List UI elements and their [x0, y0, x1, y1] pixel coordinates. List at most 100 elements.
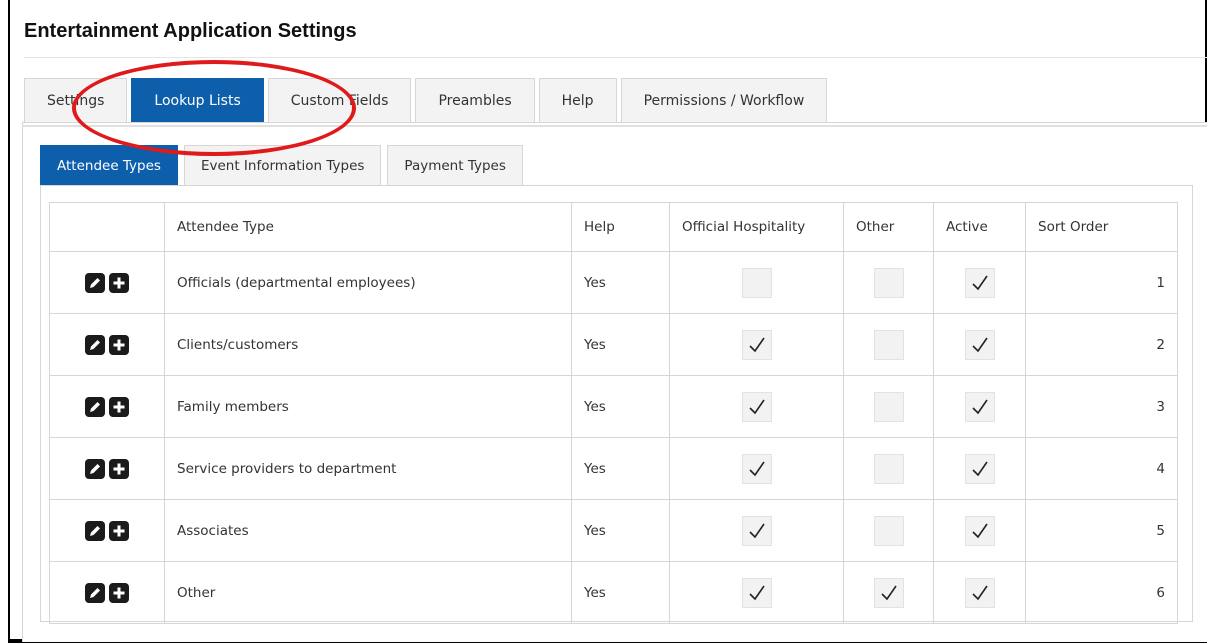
row-actions: [49, 437, 165, 500]
column-header-sort-order[interactable]: Sort Order: [1025, 202, 1178, 252]
active-checkbox[interactable]: [964, 453, 995, 484]
other-checkbox[interactable]: [873, 391, 904, 422]
tab-help[interactable]: Help: [538, 78, 617, 122]
tab-permissions-workflow[interactable]: Permissions / Workflow: [620, 78, 828, 122]
column-header-help[interactable]: Help: [571, 202, 670, 252]
pencil-icon[interactable]: [85, 520, 105, 541]
table-row: Officials (departmental employees) Yes 1: [49, 251, 1178, 314]
other-checkbox[interactable]: [873, 453, 904, 484]
official-hospitality-checkbox[interactable]: [741, 453, 772, 484]
table-row: Associates Yes 5: [49, 499, 1178, 562]
cell-official-hospitality: [669, 499, 844, 562]
plus-icon[interactable]: [109, 458, 129, 479]
pencil-icon[interactable]: [85, 396, 105, 417]
table-header-row: Attendee Type Help Official Hospitality …: [49, 202, 1178, 252]
cell-active: [933, 499, 1026, 562]
cell-attendee-type: Officials (departmental employees): [164, 251, 572, 314]
cell-active: [933, 437, 1026, 500]
official-hospitality-checkbox[interactable]: [741, 577, 772, 608]
cell-help: Yes: [571, 251, 670, 314]
cell-sort-order: 3: [1025, 375, 1178, 438]
cell-official-hospitality: [669, 313, 844, 376]
active-checkbox[interactable]: [964, 577, 995, 608]
pencil-icon[interactable]: [85, 582, 105, 603]
table-row: Clients/customers Yes 2: [49, 313, 1178, 376]
official-hospitality-checkbox[interactable]: [741, 267, 772, 298]
cell-attendee-type: Other: [164, 561, 572, 624]
tab-preambles[interactable]: Preambles: [415, 78, 535, 122]
cell-active: [933, 313, 1026, 376]
pencil-icon[interactable]: [85, 334, 105, 355]
table-row: Family members Yes 3: [49, 375, 1178, 438]
column-header-other[interactable]: Other: [843, 202, 934, 252]
column-header-official-hospitality[interactable]: Official Hospitality: [669, 202, 844, 252]
cell-official-hospitality: [669, 251, 844, 314]
cell-sort-order: 2: [1025, 313, 1178, 376]
cell-active: [933, 561, 1026, 624]
cell-attendee-type: Clients/customers: [164, 313, 572, 376]
active-checkbox[interactable]: [964, 515, 995, 546]
plus-icon[interactable]: [109, 396, 129, 417]
active-checkbox[interactable]: [964, 329, 995, 360]
cell-other: [843, 499, 934, 562]
cell-official-hospitality: [669, 561, 844, 624]
official-hospitality-checkbox[interactable]: [741, 391, 772, 422]
cell-sort-order: 5: [1025, 499, 1178, 562]
cell-help: Yes: [571, 313, 670, 376]
other-checkbox[interactable]: [873, 267, 904, 298]
tab-settings[interactable]: Settings: [24, 78, 128, 122]
row-actions: [49, 499, 165, 562]
title-divider: [24, 57, 1207, 58]
cell-attendee-type: Family members: [164, 375, 572, 438]
active-checkbox[interactable]: [964, 391, 995, 422]
lookup-subtabs: Attendee Types Event Information Types P…: [40, 145, 529, 185]
cell-attendee-type: Service providers to department: [164, 437, 572, 500]
column-header-active[interactable]: Active: [933, 202, 1026, 252]
cell-other: [843, 561, 934, 624]
cell-sort-order: 1: [1025, 251, 1178, 314]
subtab-event-information-types[interactable]: Event Information Types: [183, 145, 382, 185]
cell-other: [843, 251, 934, 314]
other-checkbox[interactable]: [873, 515, 904, 546]
page-title: Entertainment Application Settings: [24, 20, 357, 42]
column-header-actions: [49, 202, 165, 252]
subtab-attendee-types[interactable]: Attendee Types: [40, 145, 178, 185]
pencil-icon[interactable]: [85, 272, 105, 293]
tab-lookup-lists[interactable]: Lookup Lists: [131, 78, 264, 122]
cell-other: [843, 375, 934, 438]
row-actions: [49, 375, 165, 438]
cell-other: [843, 313, 934, 376]
column-header-attendee-type[interactable]: Attendee Type: [164, 202, 572, 252]
official-hospitality-checkbox[interactable]: [741, 515, 772, 546]
plus-icon[interactable]: [109, 520, 129, 541]
other-checkbox[interactable]: [873, 329, 904, 360]
cell-help: Yes: [571, 499, 670, 562]
row-actions: [49, 251, 165, 314]
table-row: Service providers to department Yes 4: [49, 437, 1178, 500]
attendee-types-table: Attendee Type Help Official Hospitality …: [49, 202, 1178, 624]
plus-icon[interactable]: [109, 582, 129, 603]
row-actions: [49, 313, 165, 376]
tab-custom-fields[interactable]: Custom Fields: [267, 78, 412, 122]
cell-sort-order: 4: [1025, 437, 1178, 500]
official-hospitality-checkbox[interactable]: [741, 329, 772, 360]
cell-other: [843, 437, 934, 500]
cell-sort-order: 6: [1025, 561, 1178, 624]
pencil-icon[interactable]: [85, 458, 105, 479]
cell-active: [933, 375, 1026, 438]
cell-help: Yes: [571, 437, 670, 500]
cell-active: [933, 251, 1026, 314]
plus-icon[interactable]: [109, 334, 129, 355]
main-tabs: Settings Lookup Lists Custom Fields Prea…: [24, 78, 831, 122]
subtab-payment-types[interactable]: Payment Types: [387, 145, 523, 185]
plus-icon[interactable]: [109, 272, 129, 293]
row-actions: [49, 561, 165, 624]
other-checkbox[interactable]: [873, 577, 904, 608]
active-checkbox[interactable]: [964, 267, 995, 298]
cell-official-hospitality: [669, 375, 844, 438]
cell-attendee-type: Associates: [164, 499, 572, 562]
cell-help: Yes: [571, 375, 670, 438]
cell-help: Yes: [571, 561, 670, 624]
table-row: Other Yes 6: [49, 561, 1178, 624]
cell-official-hospitality: [669, 437, 844, 500]
